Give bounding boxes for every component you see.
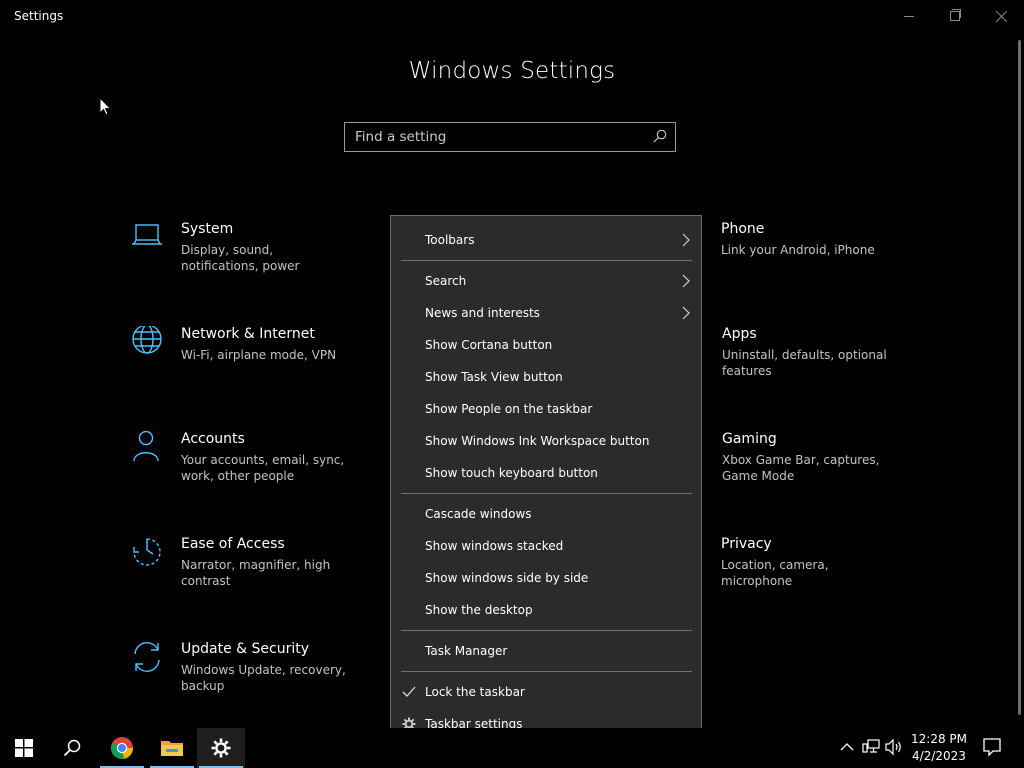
start-button[interactable] — [0, 728, 48, 768]
volume-icon[interactable] — [885, 738, 903, 756]
tile-description: Xbox Game Bar, captures, Game Mode — [722, 453, 880, 483]
taskbar-clock[interactable]: 12:28 PM 4/2/2023 — [906, 731, 972, 765]
menu-item-label: News and interests — [425, 306, 540, 320]
tile-name: System — [181, 221, 234, 237]
menu-separator — [401, 260, 692, 261]
tile-name: Accounts — [181, 431, 245, 447]
gear-icon — [211, 738, 231, 758]
app-title: Settings — [14, 9, 64, 23]
tile-description: Narrator, magnifier, high contrast — [181, 558, 331, 588]
scrollbar[interactable] — [1018, 40, 1021, 715]
tile-name: Phone — [721, 221, 765, 237]
menu-separator — [401, 493, 692, 494]
menu-item-label: Show the desktop — [425, 603, 533, 617]
mouse-cursor-icon — [99, 97, 112, 116]
action-center-icon[interactable] — [982, 737, 1002, 757]
tile-description: Link your Android, iPhone — [721, 243, 875, 257]
close-icon — [995, 10, 1007, 22]
menu-separator — [401, 630, 692, 631]
search-box[interactable] — [344, 122, 676, 152]
menu-item-show-touch-keyboard[interactable]: Show touch keyboard button — [391, 458, 701, 488]
tile-description: Your accounts, email, sync, work, other … — [181, 453, 345, 483]
globe-icon — [132, 326, 162, 354]
menu-item-label: Task Manager — [425, 644, 508, 658]
search-taskbar-button[interactable] — [48, 728, 96, 768]
person-icon — [133, 431, 159, 462]
menu-item-cascade-windows[interactable]: Cascade windows — [391, 499, 701, 529]
chevron-right-icon — [682, 233, 690, 247]
tile-name: Ease of Access — [181, 536, 285, 552]
network-icon[interactable] — [862, 738, 880, 756]
chrome-taskbar-button[interactable] — [98, 728, 146, 768]
menu-separator — [401, 671, 692, 672]
menu-item-label: Show Windows Ink Workspace button — [425, 434, 650, 448]
search-icon — [63, 739, 81, 757]
menu-item-news-and-interests[interactable]: News and interests — [391, 298, 701, 328]
chevron-right-icon — [682, 306, 690, 320]
tile-name: Privacy — [721, 536, 772, 552]
laptop-icon — [132, 224, 162, 245]
tile-description: Location, camera, microphone — [721, 558, 829, 588]
search-input[interactable] — [345, 123, 655, 151]
menu-item-label: Cascade windows — [425, 507, 532, 521]
chrome-icon — [111, 737, 133, 759]
menu-item-label: Show Task View button — [425, 370, 563, 384]
restore-icon — [950, 9, 961, 21]
windows-logo-icon — [15, 739, 33, 757]
menu-item-label: Show Cortana button — [425, 338, 553, 352]
menu-item-task-manager[interactable]: Task Manager — [391, 636, 701, 666]
settings-taskbar-button[interactable] — [197, 728, 245, 768]
menu-item-label: Lock the taskbar — [425, 685, 525, 699]
tile-description: Display, sound, notifications, power — [181, 243, 300, 273]
checkmark-icon — [402, 686, 416, 697]
file-explorer-taskbar-button[interactable] — [148, 728, 196, 768]
menu-item-windows-side-by-side[interactable]: Show windows side by side — [391, 563, 701, 593]
menu-item-label: Search — [425, 274, 467, 288]
menu-item-show-desktop[interactable]: Show the desktop — [391, 595, 701, 625]
tile-description: Uninstall, defaults, optional features — [722, 348, 887, 378]
menu-item-label: Show People on the taskbar — [425, 402, 593, 416]
tile-name: Apps — [722, 326, 757, 342]
menu-item-label: Toolbars — [425, 233, 475, 247]
maximize-button[interactable] — [932, 0, 978, 32]
tile-name: Update & Security — [181, 641, 310, 657]
search-icon — [653, 129, 667, 143]
menu-item-show-cortana[interactable]: Show Cortana button — [391, 330, 701, 360]
sync-icon — [134, 642, 160, 672]
taskbar-context-menu: Toolbars Search News and interests Show … — [390, 215, 702, 748]
chevron-up-icon[interactable] — [838, 738, 856, 756]
menu-item-label: Show windows stacked — [425, 539, 564, 553]
minimize-icon — [904, 15, 914, 17]
menu-item-label: Show windows side by side — [425, 571, 589, 585]
close-button[interactable] — [978, 0, 1024, 32]
chevron-right-icon — [682, 274, 690, 288]
menu-item-search[interactable]: Search — [391, 266, 701, 296]
clock-date: 4/2/2023 — [912, 749, 966, 763]
menu-item-show-people[interactable]: Show People on the taskbar — [391, 394, 701, 424]
menu-item-lock-taskbar[interactable]: Lock the taskbar — [391, 677, 701, 707]
menu-item-show-ink-workspace[interactable]: Show Windows Ink Workspace button — [391, 426, 701, 456]
page-title: Windows Settings — [408, 58, 616, 84]
menu-item-windows-stacked[interactable]: Show windows stacked — [391, 531, 701, 561]
ease-of-access-icon — [133, 538, 161, 566]
title-bar: Settings — [0, 0, 1024, 32]
menu-item-label: Show touch keyboard button — [425, 466, 598, 480]
folder-icon — [161, 741, 183, 756]
menu-item-toolbars[interactable]: Toolbars — [391, 225, 701, 255]
taskbar: 12:28 PM 4/2/2023 — [0, 728, 1024, 768]
clock-time: 12:28 PM — [911, 732, 967, 746]
tile-name: Gaming — [722, 431, 777, 447]
tile-description: Wi-Fi, airplane mode, VPN — [181, 348, 337, 362]
tile-name: Network & Internet — [181, 326, 315, 342]
menu-item-show-task-view[interactable]: Show Task View button — [391, 362, 701, 392]
minimize-button[interactable] — [886, 0, 932, 32]
tile-description: Windows Update, recovery, backup — [181, 663, 346, 693]
